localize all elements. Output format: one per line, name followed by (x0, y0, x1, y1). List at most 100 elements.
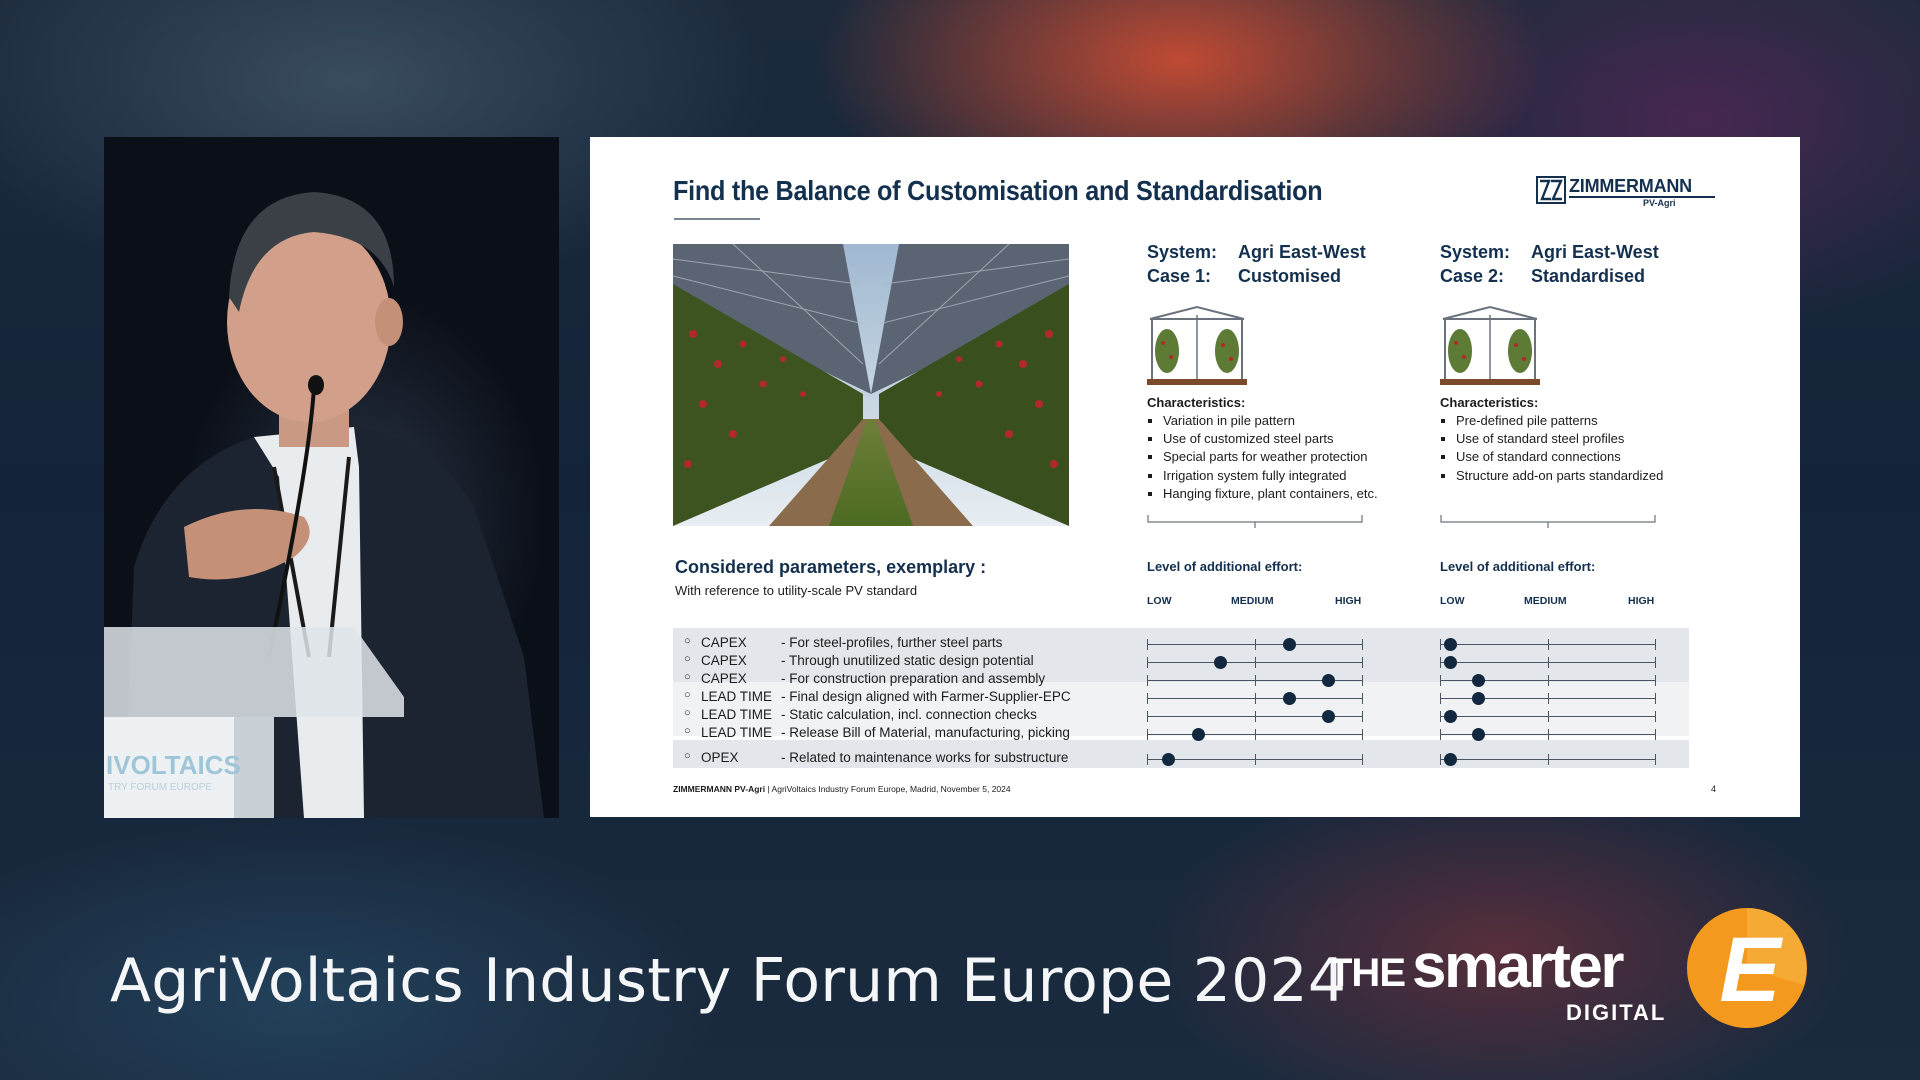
scale-tick (1655, 675, 1656, 686)
case1-effort-scale (1147, 635, 1363, 653)
slide-title: Find the Balance of Customisation and St… (673, 175, 1323, 206)
param-category: CAPEX (701, 635, 747, 650)
case2-effort-scale (1440, 725, 1656, 743)
zimmermann-logo: ZIMMERMANN PV-Agri (1536, 176, 1716, 212)
case1-scale-low: LOW (1147, 595, 1172, 607)
row-bullet-icon: ○ (684, 689, 691, 701)
scale-tick (1655, 693, 1656, 704)
scale-tick (1362, 657, 1363, 668)
case2-effort-marker (1444, 638, 1458, 651)
orchard-photo (673, 244, 1069, 526)
scale-tick (1147, 754, 1148, 765)
brand-smarter: smarter (1412, 932, 1624, 1001)
scale-tick (1548, 711, 1549, 722)
scale-tick (1548, 675, 1549, 686)
case1-effort-scale (1147, 653, 1363, 671)
param-row: ○ LEAD TIME - Release Bill of Material, ma… (673, 725, 1689, 743)
brand-e-letter: E (1719, 919, 1783, 1021)
param-description: - For construction preparation and assem… (781, 671, 1046, 686)
scale-tick (1255, 639, 1256, 650)
case2-effort-marker (1472, 728, 1486, 741)
case2-effort-scale (1440, 707, 1656, 725)
podium-text: IVOLTAICS (106, 750, 241, 780)
scale-tick (1147, 729, 1148, 740)
case1-effort-marker (1213, 656, 1227, 669)
param-description: - Final design aligned with Farmer-Suppl… (781, 689, 1071, 704)
case1-effort-marker (1283, 692, 1297, 705)
param-category: LEAD TIME (701, 689, 773, 704)
case1-structure-icon (1147, 305, 1247, 385)
case1-char-item: Hanging fixture, plant containers, etc. (1163, 485, 1437, 503)
scale-tick (1548, 657, 1549, 668)
params-heading: Considered parameters, exemplary : (675, 557, 987, 577)
params-subheading: With reference to utility-scale PV stand… (675, 583, 918, 598)
scale-tick (1548, 693, 1549, 704)
case2-brace (1440, 515, 1656, 528)
case1-effort-label: Level of additional effort: (1147, 559, 1303, 574)
scale-tick (1362, 754, 1363, 765)
case1-case-value: Customised (1238, 266, 1342, 286)
slide-page-number: 4 (1711, 784, 1717, 794)
footer-text: | AgriVoltaics Industry Forum Europe, Ma… (765, 784, 1011, 794)
case2-effort-marker (1472, 674, 1486, 687)
case1-scale-medium: MEDIUM (1231, 595, 1274, 607)
speaker-video: IVOLTAICS TRY FORUM EUROPE (104, 137, 559, 818)
scale-tick (1440, 754, 1441, 765)
case1-char-item: Special parts for weather protection (1163, 448, 1437, 466)
scale-tick (1440, 675, 1441, 686)
scale-tick (1655, 711, 1656, 722)
scale-tick (1362, 639, 1363, 650)
scale-tick (1655, 639, 1656, 650)
scale-tick (1362, 693, 1363, 704)
scale-tick (1255, 754, 1256, 765)
case1-effort-marker (1162, 753, 1176, 766)
scale-tick (1548, 639, 1549, 650)
case2-effort-scale (1440, 653, 1656, 671)
param-category: CAPEX (701, 671, 747, 686)
case1-effort-marker (1321, 710, 1335, 723)
param-description: - Related to maintenance works for subst… (781, 750, 1069, 765)
brand-the: THE (1328, 951, 1406, 995)
case2-char-item: Use of standard steel profiles (1456, 430, 1730, 448)
case1-effort-scale (1147, 750, 1363, 768)
case2-system-key: System: (1440, 242, 1511, 262)
case2-effort-scale (1440, 750, 1656, 768)
case1-characteristics: Characteristics: Variation in pile patte… (1147, 395, 1437, 503)
scale-tick (1655, 657, 1656, 668)
scale-tick (1362, 675, 1363, 686)
logo-subtitle: PV-Agri (1643, 198, 1676, 208)
scale-tick (1147, 639, 1148, 650)
scale-tick (1255, 675, 1256, 686)
row-bullet-icon: ○ (684, 750, 691, 762)
scale-tick (1440, 729, 1441, 740)
scale-tick (1147, 657, 1148, 668)
case2-effort-marker (1472, 692, 1486, 705)
case1-char-item: Use of customized steel parts (1163, 430, 1437, 448)
case1-char-item: Irrigation system fully integrated (1163, 467, 1437, 485)
case1-header: System: Agri East-West Case 1: Customised (1147, 240, 1417, 288)
footer-brand: ZIMMERMANN PV-Agri (673, 784, 766, 794)
case2-effort-marker (1444, 710, 1458, 723)
event-title: AgriVoltaics Industry Forum Europe 2024 (110, 946, 1347, 1016)
param-row: ○ CAPEX - For construction preparation and… (673, 671, 1689, 689)
slide-footer: ZIMMERMANN PV-Agri | AgriVoltaics Indust… (673, 784, 1011, 794)
scale-tick (1440, 693, 1441, 704)
scale-tick (1548, 754, 1549, 765)
case1-effort-scale (1147, 689, 1363, 707)
case2-structure-icon (1440, 305, 1540, 385)
case2-case-key: Case 2: (1440, 266, 1505, 286)
case1-system-key: System: (1147, 242, 1218, 262)
case2-effort-scale (1440, 635, 1656, 653)
case1-characteristics-heading: Characteristics: (1147, 395, 1246, 410)
param-row: ○ LEAD TIME - Static calculation, incl. co… (673, 707, 1689, 725)
param-category: CAPEX (701, 653, 747, 668)
case2-effort-scale (1440, 671, 1656, 689)
case2-char-item: Use of standard connections (1456, 448, 1730, 466)
case1-effort-marker (1192, 728, 1206, 741)
param-row: ○ OPEX - Related to maintenance works for … (673, 750, 1689, 768)
case2-char-item: Structure add-on parts standardized (1456, 467, 1730, 485)
podium-subtext: TRY FORUM EUROPE (108, 782, 212, 793)
case2-characteristics: Characteristics: Pre-defined pile patter… (1440, 395, 1730, 485)
zimmermann-logo-icon (1536, 176, 1566, 204)
row-bullet-icon: ○ (684, 653, 691, 665)
